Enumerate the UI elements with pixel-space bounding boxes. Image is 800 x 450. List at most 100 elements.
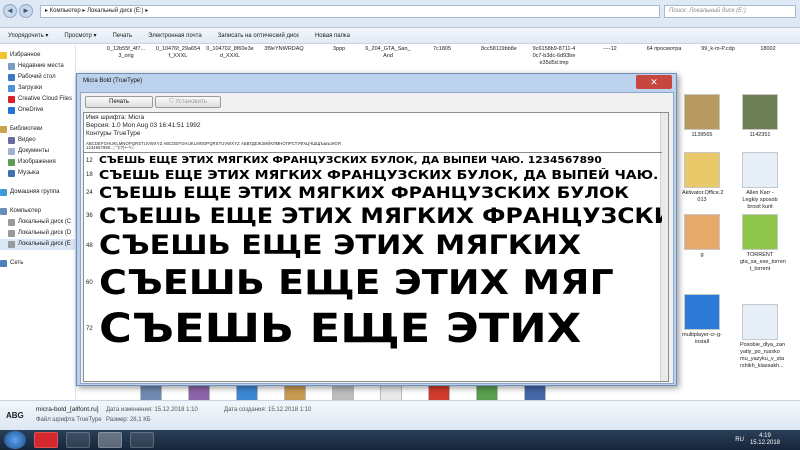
file-icon[interactable] [332, 385, 354, 400]
explorer-icon[interactable] [66, 432, 90, 448]
details-pane: ABG micra-bold_[allfont.ru] Файл шрифта … [0, 400, 800, 430]
file-icon[interactable] [524, 385, 546, 400]
sidebar-item-creative-cloud[interactable]: Creative Cloud Files [0, 94, 75, 105]
sidebar-item-computer[interactable]: Компьютер [0, 206, 75, 217]
file-icon [742, 214, 778, 250]
onedrive-icon [8, 107, 15, 114]
start-button[interactable] [4, 431, 26, 449]
font-sample-row: 24 СЪЕШЬ ЕЩЕ ЭТИХ МЯГКИХ ФРАНЦУЗСКИХ БУЛО… [84, 184, 662, 202]
app-icon[interactable] [130, 432, 154, 448]
file-name-label[interactable]: 9c6158b9-8711-4 0c7-b3dc-6d93be e35d5d.t… [524, 46, 584, 67]
file-icon [684, 294, 720, 330]
sidebar-item-libraries[interactable]: Библиотеки [0, 124, 75, 135]
desktop-icon [8, 74, 15, 81]
taskbar: RU 4:19 15.12.2018 [0, 430, 800, 450]
clock[interactable]: 4:19 15.12.2018 [750, 433, 780, 447]
sample-size-label: 60 [86, 280, 93, 286]
address-input[interactable]: ▸ Компьютер ▸ Локальный диск (E:) ▸ [40, 5, 660, 18]
file-thumbnail[interactable]: TORRENT gta_sa_exe_torren t_torrent [740, 214, 786, 273]
sidebar-label: Компьютер [10, 208, 42, 214]
file-icon[interactable] [140, 385, 162, 400]
file-icon[interactable] [284, 385, 306, 400]
sidebar-item-images[interactable]: Изображения [0, 157, 75, 168]
opera-icon[interactable] [34, 432, 58, 448]
sidebar-item-video[interactable]: Видео [0, 135, 75, 146]
file-icon[interactable] [476, 385, 498, 400]
sidebar-label: Домашняя группа [10, 189, 60, 195]
close-button[interactable]: ✕ [636, 75, 672, 89]
sidebar-label: OneDrive [18, 107, 44, 113]
file-icon[interactable] [236, 385, 258, 400]
file-thumbnail[interactable]: Allen Karr - Legkiy sposob brosit kurit [740, 152, 780, 211]
address-bar-area: ◄ ► ▸ Компьютер ▸ Локальный диск (E:) ▸ … [0, 0, 800, 28]
burn-button[interactable]: Записать на оптический диск [218, 33, 299, 39]
new-folder-button[interactable]: Новая папка [315, 33, 350, 39]
organize-button[interactable]: Упорядочить ▾ [8, 32, 48, 39]
sidebar-label: Загрузки [18, 85, 43, 91]
sidebar-label: Избранное [10, 52, 41, 58]
font-viewer-taskbar-icon[interactable] [98, 432, 122, 448]
sample-text: СЪЕШЬ ЕЩЕ ЭТИХ [99, 306, 582, 352]
sample-text: СЪЕШЬ ЕЩЕ ЭТИХ МЯГ [99, 263, 614, 303]
file-thumbnail[interactable]: 1139565 [682, 94, 722, 139]
back-button[interactable]: ◄ [3, 4, 17, 18]
file-name-label[interactable]: 6_204_GTA_San_ And [358, 46, 418, 60]
sidebar-item-network[interactable]: Сеть [0, 258, 75, 269]
sidebar-item-disk-e[interactable]: Локальный диск (E [0, 239, 75, 250]
print-button[interactable]: Печать [112, 33, 132, 39]
file-thumbnail[interactable]: multiplayer-cr-g- install [682, 294, 722, 346]
file-name-label[interactable]: 8cc58119bb8e [469, 46, 529, 53]
sidebar-item-music[interactable]: Музыка [0, 168, 75, 179]
sidebar-item-disk-d[interactable]: Локальный диск (D [0, 228, 75, 239]
clock-time: 4:19 [759, 433, 771, 439]
sidebar-item-favorites[interactable]: Избранное [0, 50, 75, 61]
file-name-label[interactable]: 0_104702_8f60e3e d_XXXL [200, 46, 260, 60]
forward-button[interactable]: ► [19, 4, 33, 18]
file-name-label[interactable]: 7c1805 [412, 46, 472, 53]
recent-places-icon [8, 63, 15, 70]
details-size: Размер: 28,1 КБ [106, 417, 151, 423]
file-icon [742, 94, 778, 130]
sample-size-label: 18 [86, 172, 93, 178]
preview-button[interactable]: Просмотр ▾ [64, 32, 96, 39]
sidebar-item-downloads[interactable]: Загрузки [0, 83, 75, 94]
file-name-label[interactable]: 0_12b55f_4f7... 3_orig [96, 46, 156, 60]
version-line: Версия: 1.0 Mon Aug 03 16:41:51 1992 [86, 122, 201, 129]
window-content: Печать ⛉ Установить Имя шрифта: Micra Ве… [80, 92, 674, 384]
sidebar-item-disk-c[interactable]: Локальный диск (C [0, 217, 75, 228]
file-icon[interactable] [428, 385, 450, 400]
file-thumbnail[interactable]: Posobie_dlya_zan yatiy_po_russko mu_yazy… [740, 304, 785, 370]
install-label: Установить [175, 99, 207, 105]
install-font-button[interactable]: ⛉ Установить [155, 96, 221, 108]
print-font-button[interactable]: Печать [85, 96, 153, 108]
file-thumbnail[interactable]: Aktivator.Office.2 013 [682, 152, 724, 204]
sample-text: СЪЕШЬ ЕЩЕ ЭТИХ МЯГКИХ [99, 230, 582, 261]
sidebar-item-recent[interactable]: Недавние места [0, 61, 75, 72]
system-tray: RU 4:19 15.12.2018 [735, 430, 780, 450]
file-name-label[interactable]: 0_10476f_29a654 f_XXXL [148, 46, 208, 60]
file-icon [742, 304, 778, 340]
search-input[interactable]: Поиск: Локальный диск (E:) [664, 5, 796, 18]
file-thumbnail[interactable]: g [682, 214, 722, 259]
sample-text: СЪЕШЬ ЕЩЕ ЭТИХ МЯГКИХ ФРАНЦУЗСКИХ БУЛОК,… [99, 155, 602, 166]
file-caption: Aktivator.Office.2 013 [682, 190, 724, 203]
command-bar: Упорядочить ▾ Просмотр ▾ Печать Электрон… [0, 28, 800, 44]
file-icon[interactable] [188, 385, 210, 400]
outline-line: Контуры TrueType [86, 130, 141, 137]
sidebar-item-documents[interactable]: Документы [0, 146, 75, 157]
sidebar-item-homegroup[interactable]: Домашняя группа [0, 187, 75, 198]
file-thumbnail[interactable]: 1142351 [740, 94, 780, 139]
sidebar-item-desktop[interactable]: Рабочий стол [0, 72, 75, 83]
sample-text: СЪЕШЬ ЕЩЕ ЭТИХ МЯГКИХ ФРАНЦУЗСКИХ БУЛОК,… [99, 168, 659, 182]
file-caption: 1139565 [691, 132, 713, 138]
file-name-label[interactable]: 18002 [738, 46, 798, 53]
language-indicator[interactable]: RU [735, 437, 744, 443]
email-button[interactable]: Электронная почта [148, 33, 202, 39]
file-name-label[interactable]: 64 просмотра [634, 46, 694, 53]
file-name-label[interactable]: ----12 [580, 46, 640, 53]
file-caption: TORRENT gta_sa_exe_torren t_torrent [740, 252, 786, 272]
file-icon[interactable] [380, 385, 402, 400]
sidebar-item-onedrive[interactable]: OneDrive [0, 105, 75, 116]
file-name-label[interactable]: 3f9eYNWRDAQ [254, 46, 314, 53]
sidebar-label: Сеть [10, 260, 24, 266]
